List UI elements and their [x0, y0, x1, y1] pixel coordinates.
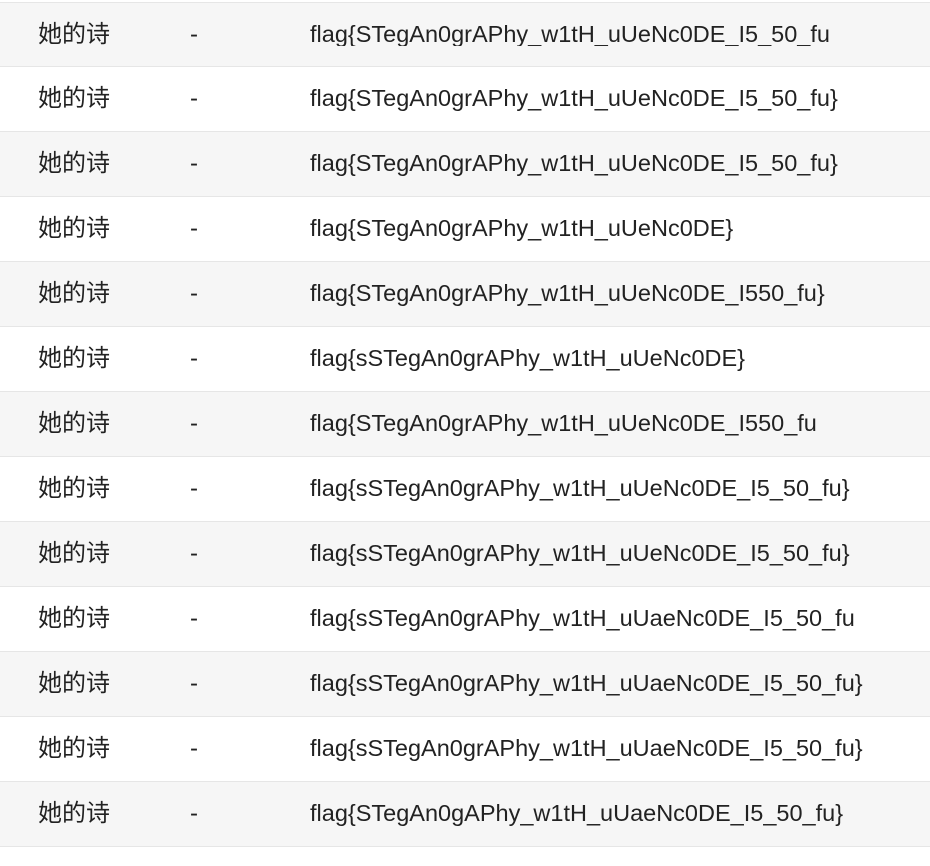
row-flag-value: flag{sSTegAn0grAPhy_w1tH_uUaeNc0DE_I5_50… — [310, 607, 855, 631]
row-flag-value: flag{sSTegAn0grAPhy_w1tH_uUeNc0DE_I5_50_… — [310, 542, 850, 566]
row-separator: - — [190, 540, 198, 567]
row-flag-value: flag{sSTegAn0grAPhy_w1tH_uUeNc0DE_I5_50_… — [310, 477, 850, 501]
row-separator: - — [190, 475, 198, 502]
row-name: 她的诗 — [38, 85, 110, 112]
table-row: 她的诗 - flag{sSTegAn0grAPhy_w1tH_uUaeNc0DE… — [0, 587, 930, 652]
row-separator: - — [190, 670, 198, 697]
table-row: 她的诗 - flag{sSTegAn0grAPhy_w1tH_uUeNc0DE_… — [0, 457, 930, 522]
row-flag-value: flag{STegAn0gAPhy_w1tH_uUaeNc0DE_I5_50_f… — [310, 802, 844, 826]
row-separator: - — [190, 150, 198, 177]
row-name: 她的诗 — [38, 800, 110, 827]
row-flag-value: flag{STegAn0grAPhy_w1tH_uUeNc0DE} — [310, 217, 734, 241]
row-separator: - — [190, 800, 198, 827]
table-row: 她的诗 - flag{STegAn0grAPhy_w1tH_uUeNc0DE_I… — [0, 67, 930, 132]
table-row: 她的诗 - flag{sSTegAn0grAPhy_w1tH_uUaeNc0DE… — [0, 652, 930, 717]
row-name: 她的诗 — [38, 605, 110, 632]
table-row: 她的诗 - flag{STegAn0grAPhy_w1tH_uUeNc0DE_I… — [0, 2, 930, 67]
row-flag-value: flag{STegAn0grAPhy_w1tH_uUeNc0DE_I550_fu… — [310, 282, 825, 306]
row-name: 她的诗 — [38, 735, 110, 762]
row-flag-value: flag{STegAn0grAPhy_w1tH_uUeNc0DE_I550_fu — [310, 412, 817, 436]
row-name: 她的诗 — [38, 215, 110, 242]
row-name: 她的诗 — [38, 540, 110, 567]
table-row: 她的诗 - flag{STegAn0grAPhy_w1tH_uUeNc0DE_I… — [0, 262, 930, 327]
row-flag-value: flag{STegAn0grAPhy_w1tH_uUeNc0DE_I5_50_f… — [310, 152, 838, 176]
row-name: 她的诗 — [38, 345, 110, 372]
table-row: 她的诗 - flag{STegAn0grAPhy_w1tH_uUeNc0DE_I… — [0, 132, 930, 197]
row-separator: - — [190, 20, 198, 48]
row-name: 她的诗 — [38, 280, 110, 307]
table-row: 她的诗 - flag{sSTegAn0grAPhy_w1tH_uUeNc0DE} — [0, 327, 930, 392]
row-flag-value: flag{sSTegAn0grAPhy_w1tH_uUaeNc0DE_I5_50… — [310, 672, 863, 696]
row-name: 她的诗 — [38, 670, 110, 697]
row-name: 她的诗 — [38, 475, 110, 502]
row-separator: - — [190, 280, 198, 307]
row-separator: - — [190, 85, 198, 112]
row-flag-value: flag{STegAn0grAPhy_w1tH_uUeNc0DE_I5_50_f… — [310, 87, 838, 111]
row-separator: - — [190, 735, 198, 762]
row-flag-value: flag{STegAn0grAPhy_w1tH_uUeNc0DE_I5_50_f… — [310, 22, 830, 47]
row-separator: - — [190, 605, 198, 632]
row-name: 她的诗 — [38, 20, 110, 48]
table-row: 她的诗 - flag{STegAn0grAPhy_w1tH_uUeNc0DE} — [0, 197, 930, 262]
row-flag-value: flag{sSTegAn0grAPhy_w1tH_uUaeNc0DE_I5_50… — [310, 737, 863, 761]
row-name: 她的诗 — [38, 150, 110, 177]
row-flag-value: flag{sSTegAn0grAPhy_w1tH_uUeNc0DE} — [310, 347, 746, 371]
table-row: 她的诗 - flag{STegAn0gAPhy_w1tH_uUaeNc0DE_I… — [0, 782, 930, 847]
results-table: 她的诗 - flag{STegAn0grAPhy_w1tH_uUeNc0DE_I… — [0, 2, 930, 847]
row-separator: - — [190, 410, 198, 437]
row-separator: - — [190, 215, 198, 242]
table-row: 她的诗 - flag{sSTegAn0grAPhy_w1tH_uUeNc0DE_… — [0, 522, 930, 587]
table-row: 她的诗 - flag{sSTegAn0grAPhy_w1tH_uUaeNc0DE… — [0, 717, 930, 782]
row-separator: - — [190, 345, 198, 372]
table-row: 她的诗 - flag{STegAn0grAPhy_w1tH_uUeNc0DE_I… — [0, 392, 930, 457]
row-name: 她的诗 — [38, 410, 110, 437]
